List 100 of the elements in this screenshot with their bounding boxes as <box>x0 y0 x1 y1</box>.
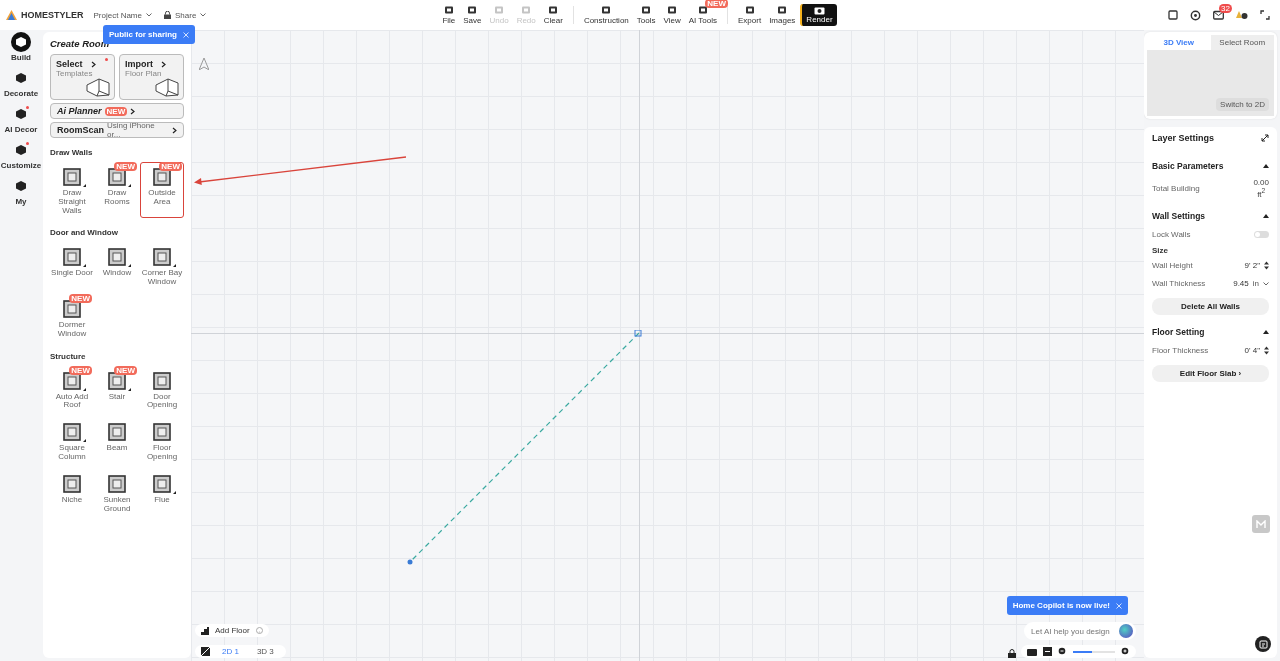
chevron-down-icon <box>1263 281 1269 286</box>
sidebar-item[interactable]: My <box>11 176 31 206</box>
mail-icon[interactable] <box>1213 10 1224 20</box>
pattern-icon[interactable] <box>201 647 210 656</box>
floor-plan-icon <box>107 473 127 494</box>
create-room-card[interactable]: Select Templates <box>50 54 115 100</box>
room-corner-icon <box>85 77 111 97</box>
floor-plan-icon <box>62 299 82 319</box>
tool-item[interactable]: Square Column <box>50 417 94 465</box>
new-badge: NEW <box>114 365 137 375</box>
unit-dropdown[interactable]: in <box>1252 279 1259 289</box>
toolbar-button[interactable]: View <box>660 4 684 26</box>
stepper-field[interactable]: 9' 2" <box>1244 261 1260 271</box>
toolbar-button[interactable]: Tools <box>633 4 659 26</box>
section-title: Floor Setting <box>1152 326 1205 337</box>
expand-icon[interactable] <box>1261 134 1269 142</box>
fit-view-icon[interactable] <box>1043 647 1052 656</box>
project-name-menu[interactable]: Project Name <box>93 10 142 20</box>
tool-item[interactable]: Sunken Ground <box>95 468 139 517</box>
toolbar-button[interactable]: Images <box>766 4 799 26</box>
tool-item[interactable]: Niche <box>50 468 94 517</box>
tool-item[interactable]: NEW Draw Rooms <box>95 162 139 219</box>
floor-plan-icon <box>107 247 127 268</box>
field-group-title: Size <box>1152 245 1169 255</box>
sidebar-item[interactable]: AI Decor <box>4 104 38 134</box>
view-tab[interactable]: Select Room <box>1210 35 1274 50</box>
new-badge: NEW <box>705 0 728 8</box>
tool-item[interactable]: NEW Auto Add Roof <box>50 365 94 414</box>
tool-item[interactable]: Door Opening <box>140 365 184 414</box>
stepper-arrows-icon[interactable] <box>1264 346 1269 356</box>
cube-icon <box>15 108 27 120</box>
collapse-icon[interactable] <box>1263 213 1269 218</box>
floor-plan-icon <box>152 473 172 494</box>
stepper-arrows-icon[interactable] <box>1264 261 1269 271</box>
switch-view-button[interactable]: Switch to 2D <box>1216 98 1269 111</box>
feedback-icon[interactable] <box>1255 636 1271 652</box>
new-badge: NEW <box>69 294 92 303</box>
chevron-right-icon <box>161 60 166 68</box>
section-title: Draw Walls <box>50 148 94 157</box>
zoom-slider-fill[interactable] <box>1073 650 1092 653</box>
toolbar-button[interactable]: Clear <box>540 4 566 26</box>
chevron-right-icon <box>90 60 96 68</box>
collapse-icon[interactable] <box>1263 329 1269 334</box>
render-button[interactable]: Render <box>800 4 837 26</box>
share-menu[interactable]: Share <box>175 10 197 20</box>
floor-tab[interactable]: 3D 3 <box>250 647 280 656</box>
copilot-input[interactable]: Let AI help you design <box>1024 622 1136 640</box>
chevron-down-icon <box>200 13 207 17</box>
toolbar-button[interactable]: Save <box>460 4 485 26</box>
field-label: Floor Thickness <box>1152 346 1210 356</box>
tool-item[interactable]: NEW Stair <box>95 365 139 414</box>
share-tooltip-text: Public for sharing <box>109 30 177 39</box>
sidebar-item[interactable]: Customize <box>0 140 42 170</box>
tool-item[interactable]: Single Door <box>50 242 94 290</box>
notification-badge: 32 <box>1219 4 1232 13</box>
tool-item[interactable]: NEW Outside Area <box>140 162 184 219</box>
toolbar-button[interactable]: Construction <box>580 4 632 26</box>
tool-item[interactable]: Draw Straight Walls <box>50 162 94 219</box>
shapes-icon[interactable] <box>1236 10 1248 20</box>
create-room-card[interactable]: Import Floor Plan <box>119 54 184 100</box>
floor-plan-icon <box>152 247 172 268</box>
panel-title: Layer Settings <box>1152 133 1215 143</box>
stepper-field[interactable]: 0' 4" <box>1244 346 1260 356</box>
floor-tab[interactable]: 2D 1 <box>216 647 245 656</box>
chevron-right-icon <box>130 107 136 115</box>
tool-item[interactable]: Beam <box>95 417 139 465</box>
close-icon[interactable] <box>183 31 189 38</box>
section-title: Wall Settings <box>1152 210 1206 221</box>
tool-item[interactable]: Floor Opening <box>140 417 184 465</box>
copilot-tooltip-text: Home Copilot is now live! <box>1012 601 1110 610</box>
lock-walls-toggle[interactable] <box>1254 231 1269 239</box>
document-search-icon[interactable] <box>1168 10 1178 20</box>
room-corner-icon <box>154 77 180 97</box>
section-title: Door and Window <box>50 228 119 238</box>
cube-icon <box>15 144 27 156</box>
floor-plan-icon <box>152 370 172 391</box>
chevron-right-icon <box>172 126 177 134</box>
toolbar-button[interactable]: File <box>439 4 459 26</box>
close-icon[interactable] <box>1116 602 1122 609</box>
floor-plan-icon <box>62 473 82 494</box>
thickness-field[interactable]: 9.45 <box>1233 279 1249 289</box>
lock-icon[interactable] <box>1008 649 1016 658</box>
sidebar-item[interactable]: Decorate <box>3 68 39 98</box>
toolbar-button[interactable]: Export <box>735 4 765 26</box>
settings-icon[interactable] <box>1190 9 1201 21</box>
new-badge: NEW <box>159 162 182 171</box>
field-label: Wall Height <box>1152 261 1194 271</box>
ai-planner-button[interactable]: Ai Planner NEW <box>50 103 184 119</box>
tool-item[interactable]: NEW Dormer Window <box>50 294 94 342</box>
action-button[interactable]: Delete All Walls <box>1152 297 1269 315</box>
tool-item[interactable]: Window <box>95 242 139 290</box>
new-badge: NEW <box>114 162 137 171</box>
tool-item[interactable]: Corner Bay Window <box>140 242 184 290</box>
fullscreen-icon[interactable] <box>1260 10 1270 20</box>
floor-plan-icon <box>62 247 82 268</box>
tool-item[interactable]: Flue <box>140 468 184 517</box>
collapse-icon[interactable] <box>1263 164 1269 168</box>
cube-icon <box>15 180 27 192</box>
action-button[interactable]: Edit Floor Slab › <box>1152 364 1269 382</box>
section-title: Structure <box>50 351 87 361</box>
